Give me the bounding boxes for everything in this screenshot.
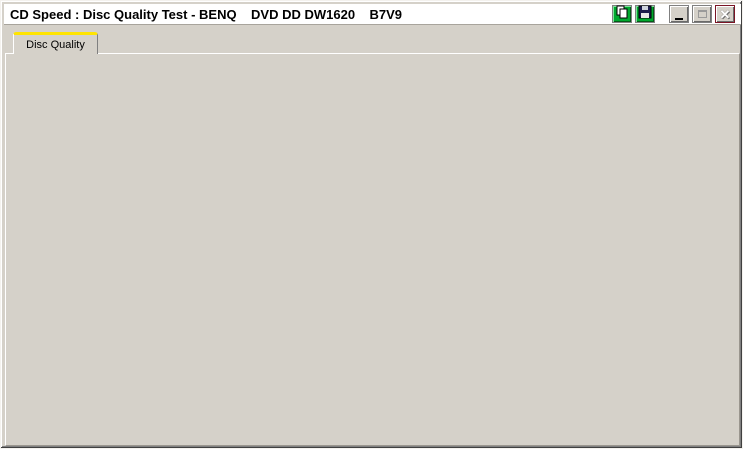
titlebar-buttons: ✕ [612, 5, 741, 23]
maximize-icon [697, 10, 707, 18]
app-window: CD Speed : Disc Quality Test - BENQ DVD … [0, 0, 743, 449]
save-button[interactable] [635, 5, 655, 23]
minimize-icon [675, 17, 683, 20]
close-icon: ✕ [719, 6, 731, 22]
close-button[interactable]: ✕ [715, 5, 735, 23]
save-icon [638, 5, 652, 24]
maximize-button[interactable] [692, 5, 712, 23]
window-title: CD Speed : Disc Quality Test - BENQ DVD … [10, 6, 403, 22]
tab-disc-quality[interactable]: Disc Quality [13, 32, 98, 54]
main-panel [5, 53, 740, 446]
minimize-button[interactable] [669, 5, 689, 23]
copy-button[interactable] [612, 5, 632, 23]
tab-label: Disc Quality [26, 38, 85, 51]
copy-icon [615, 5, 629, 24]
titlebar: CD Speed : Disc Quality Test - BENQ DVD … [4, 4, 741, 25]
